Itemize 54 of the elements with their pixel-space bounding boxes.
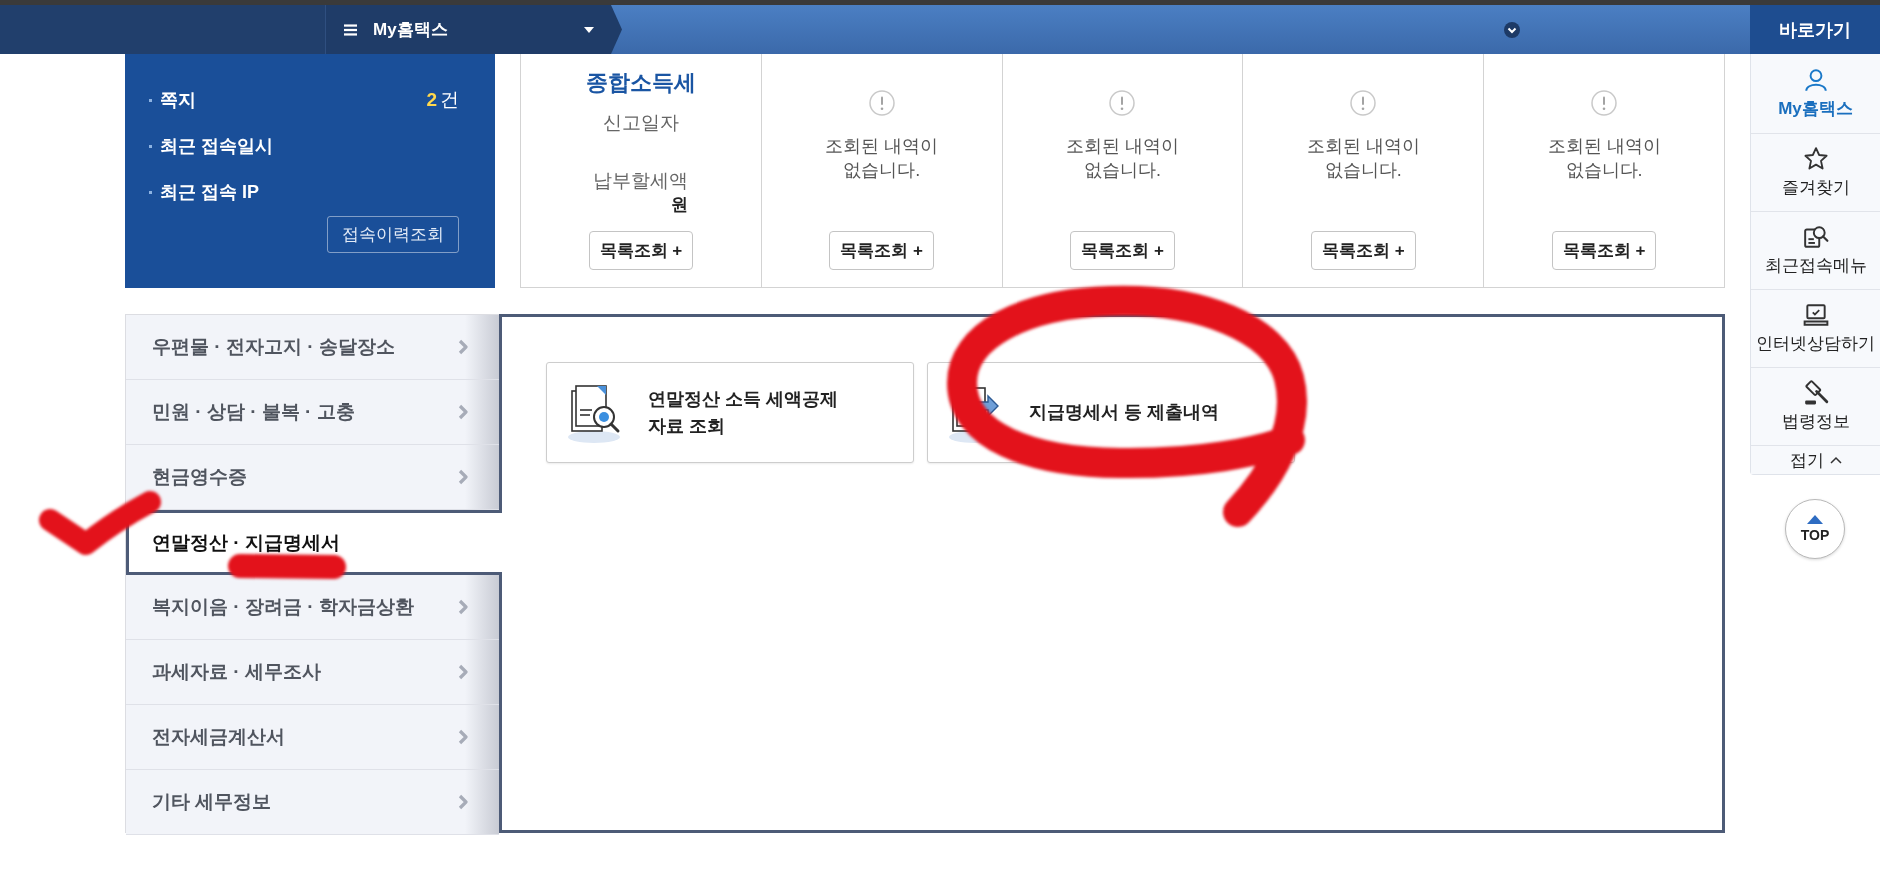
menu-icon: [344, 23, 357, 36]
info-label: 최근 접속일시: [160, 135, 273, 158]
laptop-icon: [1802, 302, 1829, 328]
bullet-icon: [149, 190, 152, 194]
list-view-button[interactable]: 목록조회 +: [1310, 231, 1416, 270]
menu-dropdown-button[interactable]: My홈택스: [326, 5, 622, 54]
chevron-down-icon: [1504, 21, 1520, 38]
chevron-right-icon: [458, 729, 468, 745]
field-value: 원: [671, 194, 689, 216]
chevron-right-icon: [458, 599, 468, 615]
gavel-icon: [1802, 380, 1829, 406]
scroll-top-button[interactable]: TOP: [1785, 499, 1845, 559]
empty-message: 조회된 내역이 없습니다.: [825, 135, 939, 182]
menu-tab[interactable]: 우편물 · 전자고지 · 송달장소: [126, 315, 499, 380]
document-search-icon: [1802, 224, 1829, 250]
chevron-right-icon: [458, 404, 468, 420]
list-view-button[interactable]: 목록조회 +: [1551, 231, 1657, 270]
bullet-icon: [149, 98, 152, 102]
menu-tab[interactable]: 현금영수증: [126, 445, 499, 510]
menu-tab[interactable]: 과세자료 · 세무조사: [126, 640, 499, 705]
service-card[interactable]: 연말정산 소득 세액공제 자료 조회: [546, 362, 914, 463]
list-view-button[interactable]: 목록조회 +: [829, 231, 934, 270]
tax-title: 종합소득세: [585, 69, 696, 97]
message-count: 2: [426, 89, 437, 111]
caret-icon: [584, 26, 594, 33]
quick-menu-header: 바로가기: [1750, 5, 1880, 54]
star-icon: [1802, 146, 1829, 172]
chevron-up-icon: [1829, 456, 1842, 464]
empty-message: 조회된 내역이 없습니다.: [1306, 135, 1420, 182]
alert-icon: [868, 90, 895, 116]
alert-icon: [1591, 90, 1618, 116]
field-label: 납부할세액: [593, 169, 689, 193]
info-label: 쪽지: [160, 89, 196, 112]
chevron-right-icon: [458, 469, 468, 485]
menu-tab[interactable]: 전자세금계산서: [126, 705, 499, 770]
chevron-right-icon: [458, 794, 468, 810]
info-label: 최근 접속 IP: [160, 181, 259, 204]
menu-tab[interactable]: 민원 · 상담 · 불복 · 고충: [126, 380, 499, 445]
empty-message: 조회된 내역이 없습니다.: [1547, 135, 1661, 182]
chevron-right-icon: [458, 339, 468, 355]
chevron-right-icon: [458, 664, 468, 680]
list-view-button[interactable]: 목록조회 +: [1070, 231, 1175, 270]
field-label: 신고일자: [602, 111, 679, 135]
alert-icon: [1109, 90, 1136, 116]
triangle-up-icon: [1807, 515, 1823, 524]
menu-tab[interactable]: 기타 세무정보: [126, 770, 499, 835]
user-icon: [1802, 67, 1829, 93]
bullet-icon: [149, 144, 152, 148]
list-view-button[interactable]: 목록조회 +: [588, 231, 694, 270]
empty-message: 조회된 내역이 없습니다.: [1066, 135, 1179, 182]
alert-icon: [1350, 90, 1377, 116]
count-unit: 건: [440, 88, 459, 112]
menu-tab[interactable]: 복지이음 · 장려금 · 학자금상환: [126, 575, 499, 640]
access-history-button[interactable]: 접속이력조회: [327, 216, 459, 253]
